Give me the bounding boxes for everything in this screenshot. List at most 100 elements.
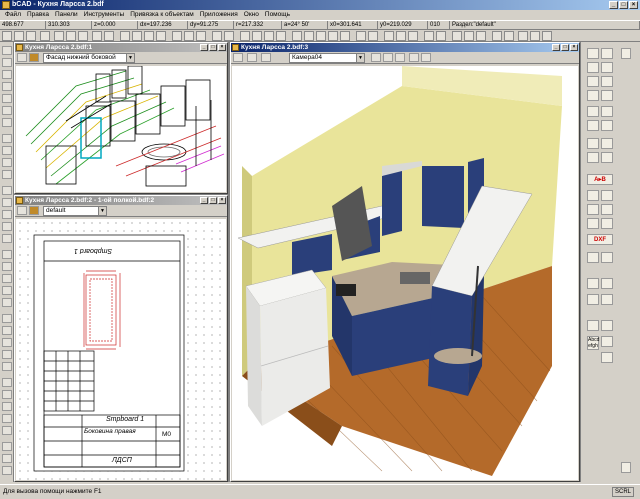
stretch-icon[interactable]	[2, 362, 12, 371]
view-3-tool-icon[interactable]	[233, 53, 243, 62]
mirror-icon[interactable]	[2, 222, 12, 231]
dimension-icon[interactable]	[2, 170, 12, 179]
break-icon[interactable]	[2, 338, 12, 347]
subtract-icon[interactable]	[2, 414, 12, 423]
text-icon[interactable]	[2, 158, 12, 167]
area-icon[interactable]	[408, 31, 418, 41]
slice-icon[interactable]	[2, 442, 12, 451]
distribute-icon[interactable]	[601, 120, 613, 131]
minimize-button[interactable]: _	[609, 1, 618, 9]
shelf-icon[interactable]	[587, 90, 599, 101]
view-window-2-title[interactable]: Кухня Ларсса 2.bdf:2 - 1-ой полкой.bdf:2…	[15, 196, 227, 205]
arrow-blue-icon[interactable]	[601, 252, 613, 263]
color-icon[interactable]	[224, 31, 234, 41]
align-icon[interactable]	[587, 120, 599, 131]
attribute-icon[interactable]	[436, 31, 446, 41]
menu-apps[interactable]: Приложения	[197, 10, 241, 20]
view-side-icon[interactable]	[264, 31, 274, 41]
offset-icon[interactable]	[2, 298, 12, 307]
material-icon[interactable]	[476, 31, 486, 41]
curve-tool-icon[interactable]	[601, 352, 613, 363]
polyline-tool-icon[interactable]	[601, 320, 613, 331]
ortho-icon[interactable]	[356, 31, 366, 41]
measure-icon[interactable]	[384, 31, 394, 41]
split-box-icon[interactable]	[601, 218, 613, 229]
snap-perp-icon[interactable]	[340, 31, 350, 41]
open-file-icon[interactable]	[14, 31, 24, 41]
ellipse-icon[interactable]	[2, 118, 12, 127]
cut-icon[interactable]	[54, 31, 64, 41]
menu-file[interactable]: Файл	[2, 10, 24, 20]
view-3-maximize-button[interactable]: □	[561, 44, 569, 51]
box-icon[interactable]	[587, 48, 599, 59]
panel-joint-icon[interactable]	[587, 278, 599, 289]
rotate-3d-icon[interactable]	[601, 106, 613, 117]
mirror-box-icon[interactable]	[587, 204, 599, 215]
view-1-minimize-button[interactable]: _	[200, 44, 208, 51]
view-window-3-title[interactable]: Кухня Ларсса 2.bdf:3 _ □ ×	[231, 43, 579, 52]
drawing-canvas[interactable]: Smpboard 1 Smpboard 1 Боковина правая ЛД…	[16, 219, 226, 480]
zoom-in-icon[interactable]	[120, 31, 130, 41]
grid-icon[interactable]	[368, 31, 378, 41]
snap-mid-icon[interactable]	[304, 31, 314, 41]
snap-end-icon[interactable]	[292, 31, 302, 41]
door-icon[interactable]	[601, 76, 613, 87]
menu-snap[interactable]: Привязка к объектам	[127, 10, 197, 20]
scroll-down-icon[interactable]	[621, 462, 631, 473]
select-icon[interactable]	[2, 46, 12, 55]
scale-icon[interactable]	[2, 210, 12, 219]
intersect-icon[interactable]	[2, 426, 12, 435]
camera-icon[interactable]	[464, 31, 474, 41]
pinwheel-icon[interactable]	[587, 106, 599, 117]
view-1-tool-icon[interactable]	[17, 53, 27, 62]
new-file-icon[interactable]	[2, 31, 12, 41]
spline-icon[interactable]	[2, 134, 12, 143]
array-icon[interactable]	[2, 234, 12, 243]
trim-icon[interactable]	[2, 250, 12, 259]
explode-icon[interactable]	[2, 326, 12, 335]
drawer-icon[interactable]	[587, 76, 599, 87]
menu-help[interactable]: Помощь	[262, 10, 293, 20]
fillet-icon[interactable]	[2, 274, 12, 283]
scroll-up-icon[interactable]	[621, 48, 631, 59]
handle-icon[interactable]	[601, 294, 613, 305]
menu-tools[interactable]: Инструменты	[81, 10, 128, 20]
close-button[interactable]: ×	[629, 1, 638, 9]
array-box-icon[interactable]	[601, 204, 613, 215]
list-icon[interactable]	[601, 138, 613, 149]
hatch-icon[interactable]	[2, 146, 12, 155]
polyline-icon[interactable]	[2, 70, 12, 79]
view-front-icon[interactable]	[240, 31, 250, 41]
line-icon[interactable]	[2, 58, 12, 67]
dxf-export-tool[interactable]: DXF	[587, 234, 613, 245]
pause-icon[interactable]	[383, 53, 393, 62]
view-2-maximize-button[interactable]: □	[209, 197, 217, 204]
view-1-view-select[interactable]: Фасад нижний боковой ▼	[43, 53, 135, 63]
pan-icon[interactable]	[156, 31, 166, 41]
erase-icon[interactable]	[2, 314, 12, 323]
arc-icon[interactable]	[2, 106, 12, 115]
play-icon[interactable]	[371, 53, 381, 62]
maximize-button[interactable]: □	[619, 1, 628, 9]
view-3-minimize-button[interactable]: _	[552, 44, 560, 51]
rectangle-icon[interactable]	[2, 82, 12, 91]
block-icon[interactable]	[424, 31, 434, 41]
view-1-close-button[interactable]: ×	[218, 44, 226, 51]
shade-icon[interactable]	[184, 31, 194, 41]
view-2-layer-select[interactable]: default ▼	[43, 206, 107, 216]
save-icon[interactable]	[26, 31, 36, 41]
layer-icon[interactable]	[212, 31, 222, 41]
paste-icon[interactable]	[78, 31, 88, 41]
context-help-icon[interactable]	[530, 31, 540, 41]
menu-window[interactable]: Окно	[241, 10, 262, 20]
line-tool-icon[interactable]	[587, 320, 599, 331]
hinge-icon[interactable]	[587, 294, 599, 305]
view-iso-icon[interactable]	[276, 31, 286, 41]
chamfer-icon[interactable]	[2, 286, 12, 295]
step-back-icon[interactable]	[409, 53, 419, 62]
section-icon[interactable]	[2, 454, 12, 463]
arrow-red-icon[interactable]	[587, 252, 599, 263]
wireframe-canvas[interactable]	[16, 66, 226, 192]
zoom-window-icon[interactable]	[144, 31, 154, 41]
print-icon[interactable]	[40, 31, 50, 41]
